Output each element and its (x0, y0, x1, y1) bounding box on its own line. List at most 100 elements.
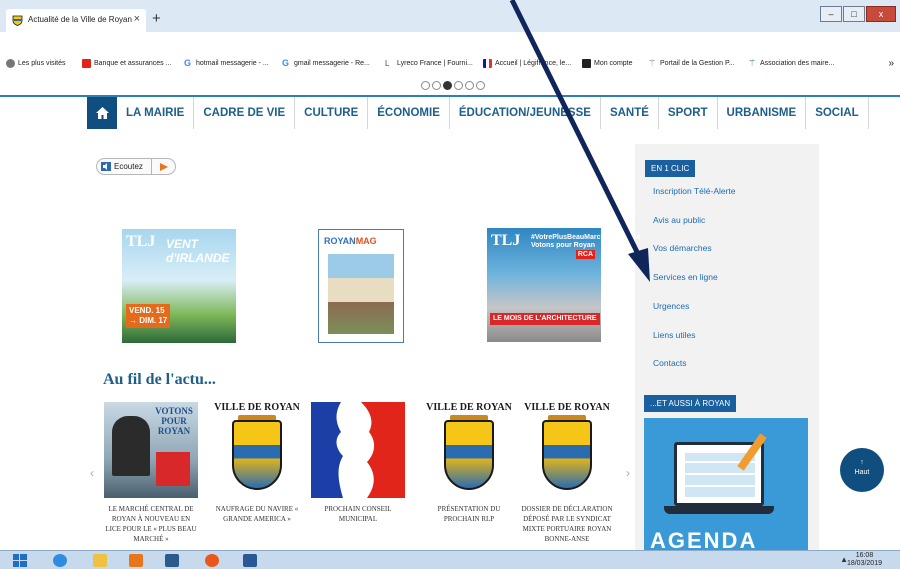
carousel-next-icon[interactable]: › (626, 466, 630, 480)
nav-item-la-mairie[interactable]: LA MAIRIE (117, 97, 195, 129)
carousel-dots (421, 81, 485, 90)
city-crest-icon (12, 15, 23, 26)
laptop-base (664, 506, 774, 514)
carousel-dot[interactable] (421, 81, 430, 90)
bookmark-item[interactable]: ⚚ Portail de la Gestion P... (648, 59, 735, 68)
sidebar-header-en-1-clic: EN 1 CLIC (645, 160, 696, 177)
taskbar-ie[interactable] (46, 552, 74, 569)
sidebar-link-liens-utiles[interactable]: Liens utiles (653, 330, 696, 340)
nav-item-education-jeunesse[interactable]: ÉDUCATION/JEUNESSE (450, 97, 601, 129)
news-card[interactable]: PROCHAIN CONSEIL MUNICIPAL (311, 402, 405, 524)
home-icon (95, 107, 109, 119)
new-tab-button[interactable]: + (152, 10, 161, 27)
taskbar-firefox[interactable] (198, 552, 226, 569)
carousel-dot[interactable] (465, 81, 474, 90)
magazine-cover-tlj-architecture[interactable]: TLJ #VotrePlusBeauMarchéDeFrance Votons … (487, 228, 641, 342)
sidebar-link-urgences[interactable]: Urgences (653, 301, 689, 311)
bookmark-item[interactable]: Les plus visités (6, 59, 65, 68)
google-icon: G (282, 58, 290, 68)
sidebar-link-avis-au-public[interactable]: Avis au public (653, 215, 705, 225)
folder-icon (93, 554, 107, 567)
bookmark-item[interactable]: L Lyreco France | Fourni... (385, 59, 473, 68)
carousel-dot[interactable] (476, 81, 485, 90)
agenda-promo[interactable]: AGENDA (644, 418, 808, 550)
taskbar-word[interactable] (236, 552, 264, 569)
carousel-dot-active[interactable] (443, 81, 452, 90)
news-image: VOTONS POUR ROYAN (104, 402, 198, 498)
sidebar-header-et-aussi: ...ET AUSSI À ROYAN (644, 395, 737, 412)
start-button[interactable] (6, 552, 34, 569)
magazine-badge: RCA (575, 250, 595, 259)
flag-icon (483, 59, 492, 68)
carousel-dot[interactable] (454, 81, 463, 90)
section-title: Au fil de l'actu... (103, 371, 216, 388)
sidebar-link-tele-alerte[interactable]: Inscription Télé-Alerte (653, 186, 736, 196)
carousel-dot[interactable] (432, 81, 441, 90)
nav-item-economie[interactable]: ÉCONOMIE (368, 97, 450, 129)
news-image (311, 402, 405, 498)
listen-button[interactable]: Ecoutez (96, 158, 176, 175)
windows-taskbar: ▲ 16:08 18/03/2019 (0, 550, 900, 569)
magazine-cover-royanmag[interactable]: ROYANMAG (318, 229, 404, 343)
city-crest-icon (444, 420, 494, 490)
back-to-top-button[interactable]: ↑ Haut (840, 448, 884, 492)
bookmark-item[interactable]: Ghotmail messagerie - ... (184, 59, 269, 68)
red-banner (156, 452, 190, 486)
news-caption: PRÉSENTATION DU PROCHAIN RLP (437, 505, 501, 523)
google-icon: G (184, 58, 192, 68)
nav-item-social[interactable]: SOCIAL (806, 97, 869, 129)
news-image: VILLE DE ROYAN (520, 402, 614, 498)
maximize-button[interactable]: □ (843, 6, 865, 22)
nav-home-button[interactable] (87, 97, 117, 129)
close-window-button[interactable]: x (866, 6, 896, 22)
bookmark-item[interactable]: Banque et assurances ... (82, 59, 171, 68)
bookmark-item[interactable]: Ggmail messagerie - Re... (282, 59, 370, 68)
back-to-top-label: Haut (854, 469, 870, 476)
tab-title: Actualité de la Ville de Royan (28, 15, 132, 24)
news-card[interactable]: VOTONS POUR ROYAN LE MARCHÉ CENTRAL DE R… (104, 402, 198, 544)
toolbar-area (0, 32, 900, 58)
taskbar-app[interactable] (158, 552, 186, 569)
taskbar-explorer[interactable] (86, 552, 114, 569)
city-crest-icon (232, 420, 282, 490)
sidebar-link-contacts[interactable]: Contacts (653, 358, 687, 368)
nav-item-urbanisme[interactable]: URBANISME (718, 97, 807, 129)
bookmark-item[interactable]: ⚚ Association des maire... (748, 59, 834, 68)
firefox-icon (205, 554, 219, 567)
nav-item-cadre-de-vie[interactable]: CADRE DE VIE (194, 97, 296, 129)
city-crest-icon (542, 420, 592, 490)
person-figure (112, 416, 150, 476)
news-caption: LE MARCHÉ CENTRAL DE ROYAN À NOUVEAU EN … (105, 505, 197, 543)
minimize-button[interactable]: – (820, 6, 842, 22)
magazine-cover-tlj[interactable]: TLJ VENT d'IRLANDE VEND. 15 → DIM. 17 (122, 229, 236, 343)
taskbar-outlook[interactable] (122, 552, 150, 569)
carousel-prev-icon[interactable]: ‹ (90, 466, 94, 480)
browser-tab[interactable]: Actualité de la Ville de Royan × (6, 9, 146, 32)
system-clock[interactable]: 16:08 18/03/2019 (847, 552, 882, 568)
bookmark-item[interactable]: Mon compte (582, 59, 633, 68)
bookmark-item[interactable]: Accueil | Légifrance, le... (483, 59, 571, 68)
nav-item-sport[interactable]: SPORT (659, 97, 718, 129)
sidebar-link-vos-demarches[interactable]: Vos démarches (653, 243, 712, 253)
sidebar-link-services-en-ligne[interactable]: Services en ligne (653, 272, 718, 282)
news-caption: PROCHAIN CONSEIL MUNICIPAL (324, 505, 392, 523)
arrow-up-icon: ↑ (860, 459, 864, 466)
promo-word: AGENDA (650, 528, 758, 550)
news-caption: NAUFRAGE DU NAVIRE « GRANDE AMERICA » (215, 505, 299, 523)
account-icon (582, 59, 591, 68)
nav-item-culture[interactable]: CULTURE (295, 97, 369, 129)
nav-item-sante[interactable]: SANTÉ (601, 97, 659, 129)
clock-date: 18/03/2019 (846, 560, 882, 567)
news-card[interactable]: VILLE DE ROYAN PRÉSENTATION DU PROCHAIN … (422, 402, 516, 524)
clock-time: 16:08 (855, 552, 874, 559)
browser-tab-bar: Actualité de la Ville de Royan × + – □ x (0, 0, 900, 32)
tab-close-icon[interactable]: × (134, 13, 140, 25)
magazine-brand: TLJ (491, 232, 521, 249)
news-card[interactable]: VILLE DE ROYAN NAUFRAGE DU NAVIRE « GRAN… (210, 402, 304, 524)
magazine-banner: LE MOIS DE L'ARCHITECTURE (490, 313, 600, 325)
windows-icon (13, 554, 27, 567)
news-card[interactable]: VILLE DE ROYAN DOSSIER DE DÉCLARATION DÉ… (520, 402, 614, 544)
play-icon[interactable] (151, 159, 175, 174)
bookmarks-overflow-button[interactable]: » (888, 58, 894, 69)
magazine-brand: ROYANMAG (324, 236, 377, 246)
